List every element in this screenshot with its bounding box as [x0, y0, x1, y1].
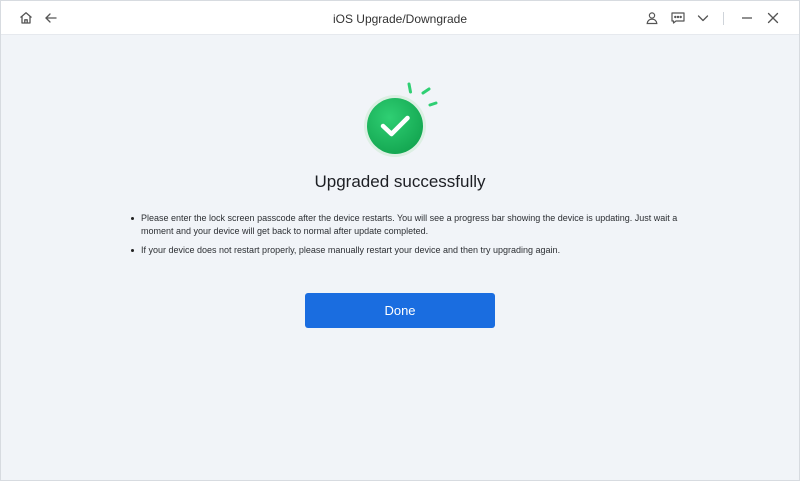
minimize-icon[interactable]: [737, 8, 757, 28]
success-checkmark-icon: [359, 80, 449, 160]
done-button[interactable]: Done: [305, 293, 495, 328]
account-icon[interactable]: [642, 8, 662, 28]
main-content: Upgraded successfully Please enter the l…: [1, 36, 799, 480]
title-bar: iOS Upgrade/Downgrade: [1, 1, 799, 35]
chevron-down-icon[interactable]: [693, 8, 713, 28]
app-window: iOS Upgrade/Downgrade Upgraded successfu…: [0, 0, 800, 481]
instruction-text: Please enter the lock screen passcode af…: [141, 213, 678, 236]
titlebar-divider: [723, 12, 724, 25]
instruction-list: Please enter the lock screen passcode af…: [131, 212, 691, 263]
bullet-icon: [131, 217, 134, 220]
page-title: Upgraded successfully: [314, 172, 486, 191]
close-icon[interactable]: [763, 8, 783, 28]
bullet-icon: [131, 249, 134, 252]
list-item: Please enter the lock screen passcode af…: [131, 212, 691, 238]
feedback-icon[interactable]: [668, 8, 688, 28]
list-item: If your device does not restart properly…: [131, 244, 691, 257]
instruction-text: If your device does not restart properly…: [141, 245, 561, 255]
